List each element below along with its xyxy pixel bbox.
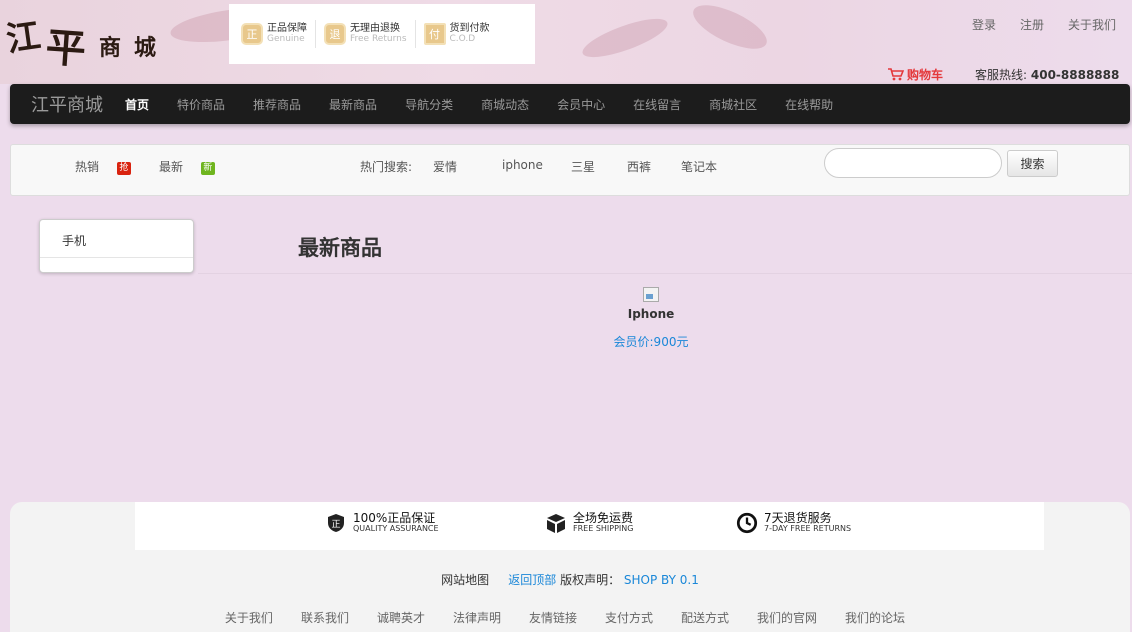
footer-link-legal[interactable]: 法律声明 [453,609,501,626]
customer-hotline: 客服热线: 400-8888888 [975,66,1119,83]
badge-subtitle: Free Returns [350,34,407,44]
badge-title: 正品保障 [267,23,307,34]
nav-item-community[interactable]: 商城社区 [709,96,757,113]
section-title: 最新商品 [298,236,382,260]
badge-title: 货到付款 [449,23,490,34]
badge-divider [315,20,316,48]
badge-genuine: 正 正品保障 Genuine [241,23,307,45]
broken-image-icon[interactable] [643,287,659,302]
back-to-top-link[interactable]: 返回顶部 [508,573,556,587]
hot-sales-link[interactable]: 热销 抢 [75,158,131,175]
genuine-badge-icon: 正 [325,512,347,534]
search-input[interactable] [824,148,1002,178]
hot-keyword[interactable]: 爱情 [433,158,457,175]
service-title: 100%正品保证 [353,511,436,525]
header-brush-stroke [578,11,672,65]
badge-divider [414,20,416,48]
new-tag-icon: 新 [200,162,215,175]
service-returns: 7天退货服务 7-DAY FREE RETURNS [736,512,851,534]
hot-search-label: 热门搜索: [360,160,413,174]
site-footer: 正 100%正品保证 QUALITY ASSURANCE 全场免运费 FREE SH… [10,502,1130,632]
footer-link-contact[interactable]: 联系我们 [301,609,349,626]
hot-keyword[interactable]: iphone [502,158,543,172]
shield-return-icon: 退 [324,23,346,45]
service-subtitle: FREE SHIPPING [573,524,634,533]
category-menu: 手机 [39,219,194,273]
badge-subtitle: Genuine [267,34,305,44]
footer-link-friends[interactable]: 友情链接 [529,609,577,626]
service-subtitle: QUALITY ASSURANCE [353,524,439,533]
category-item-phone[interactable]: 手机 [40,220,193,258]
copyright-label: 版权声明： [560,573,621,587]
newest-link[interactable]: 最新 新 [159,158,215,175]
footer-meta-links: 网站地图 返回顶部 版权声明： SHOP BY 0.1 [10,571,1130,588]
nav-item-recommended[interactable]: 推荐商品 [253,96,301,113]
newest-label: 最新 [159,160,184,174]
guarantee-badges: 正 正品保障 Genuine 退 无理由退换 Free Returns 付 货到付款… [229,4,535,64]
badge-title: 无理由退换 [350,23,400,34]
hot-tag-icon: 抢 [116,162,131,175]
package-icon [545,512,567,534]
footer-link-payment[interactable]: 支付方式 [605,609,653,626]
hot-keyword[interactable]: 三星 [571,158,595,175]
footer-link-forum[interactable]: 我们的论坛 [845,609,905,626]
footer-link-delivery[interactable]: 配送方式 [681,609,729,626]
site-header: 江 平 商 城 正 正品保障 Genuine 退 无理由退换 Free Return… [0,0,1132,84]
register-link[interactable]: 注册 [1020,16,1044,33]
nav-item-newest[interactable]: 最新商品 [329,96,377,113]
product-name[interactable]: Iphone [590,307,712,321]
product-card[interactable]: Iphone 会员价:900元 [590,287,712,350]
badge-returns: 退 无理由退换 Free Returns [324,23,407,45]
hot-sales-label: 热销 [75,160,100,174]
nav-item-categories[interactable]: 导航分类 [405,96,453,113]
service-promises: 正 100%正品保证 QUALITY ASSURANCE 全场免运费 FREE SH… [135,502,1044,550]
footer-link-careers[interactable]: 诚聘英才 [377,609,425,626]
copyright-value: SHOP BY 0.1 [623,573,699,587]
top-links: 登录 注册 关于我们 [972,16,1116,33]
about-us-link[interactable]: 关于我们 [1068,16,1116,33]
nav-item-specials[interactable]: 特价商品 [177,96,225,113]
search-bar: 热销 抢 最新 新 热门搜索: 爱情 iphone 三星 西裤 笔记本 搜索 [10,144,1130,196]
hotline-label: 客服热线: [975,68,1028,82]
search-button[interactable]: 搜索 [1007,150,1058,177]
badge-subtitle: C.O.D [449,34,476,44]
clock-icon [736,512,758,534]
nav-item-help[interactable]: 在线帮助 [785,96,833,113]
service-title: 7天退货服务 [764,511,832,525]
shield-genuine-icon: 正 [241,23,263,45]
svg-text:正: 正 [331,520,340,530]
nav-brand[interactable]: 江平商城 [31,91,103,117]
service-shipping: 全场免运费 FREE SHIPPING [545,512,633,534]
footer-links: 关于我们 联系我们 诚聘英才 法律声明 友情链接 支付方式 配送方式 我们的官网… [10,609,1130,626]
nav-item-news[interactable]: 商城动态 [481,96,529,113]
login-link[interactable]: 登录 [972,16,996,33]
service-quality: 正 100%正品保证 QUALITY ASSURANCE [325,512,439,534]
section-divider [198,273,1132,274]
cart-label: 购物车 [907,68,944,82]
sitemap-link[interactable]: 网站地图 [441,573,489,587]
product-price: 会员价:900元 [613,335,689,349]
nav-item-messages[interactable]: 在线留言 [633,96,681,113]
footer-link-about[interactable]: 关于我们 [225,609,273,626]
footer-link-official-site[interactable]: 我们的官网 [757,609,817,626]
hot-keyword[interactable]: 西裤 [627,158,651,175]
hot-keyword[interactable]: 笔记本 [681,158,717,175]
service-title: 全场免运费 [573,511,634,525]
cart-icon [888,68,904,81]
nav-item-member-center[interactable]: 会员中心 [557,96,605,113]
site-logo[interactable]: 江 平 商 城 [4,8,184,74]
nav-item-home[interactable]: 首页 [125,96,149,113]
service-subtitle: 7-DAY FREE RETURNS [764,524,852,533]
badge-cod: 付 货到付款 C.O.D [423,23,490,45]
cart-link[interactable]: 购物车 [888,66,943,83]
hotline-number: 400-8888888 [1030,68,1120,82]
cod-icon: 付 [423,23,446,45]
main-nav: 江平商城 首页 特价商品 推荐商品 最新商品 导航分类 商城动态 会员中心 在线… [10,84,1130,124]
header-brush-stroke [687,0,773,58]
